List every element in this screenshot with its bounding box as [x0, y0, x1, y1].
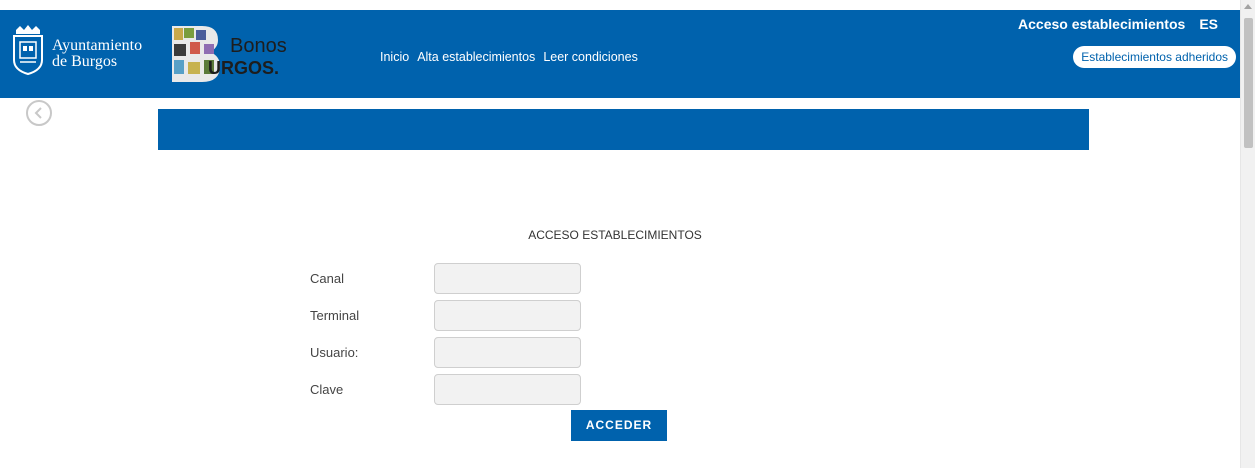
bonos-logo-word2: URGOS.	[208, 58, 279, 78]
language-selector[interactable]: ES	[1199, 16, 1218, 32]
usuario-label: Usuario:	[310, 345, 359, 360]
acceso-establecimientos-link[interactable]: Acceso establecimientos	[1018, 16, 1185, 32]
site-header: Ayuntamiento de Burgos Bonos URGOS. Inic…	[0, 10, 1240, 98]
clave-input[interactable]	[434, 374, 581, 405]
vertical-scrollbar[interactable]	[1240, 0, 1255, 468]
nav-leer-condiciones[interactable]: Leer condiciones	[543, 50, 638, 64]
clave-label: Clave	[310, 382, 344, 397]
main-nav: Inicio Alta establecimientos Leer condic…	[380, 50, 646, 64]
scroll-up-arrow-icon[interactable]	[1244, 4, 1252, 9]
canal-label: Canal	[310, 271, 344, 286]
terminal-label: Terminal	[310, 308, 360, 323]
acceso-header: Acceso establecimientos ES	[1018, 16, 1218, 32]
canal-input[interactable]	[434, 263, 581, 294]
back-button[interactable]	[26, 100, 52, 126]
bonos-burgos-logo[interactable]: Bonos URGOS.	[168, 22, 300, 84]
chevron-left-icon	[34, 107, 42, 119]
form-title: ACCESO ESTABLECIMIENTOS	[528, 228, 702, 242]
bonos-b-icon: Bonos URGOS.	[172, 26, 287, 82]
nav-inicio[interactable]: Inicio	[380, 50, 409, 64]
page-banner	[158, 109, 1089, 150]
establecimientos-adheridos-button[interactable]: Establecimientos adheridos	[1073, 46, 1236, 68]
terminal-input[interactable]	[434, 300, 581, 331]
acceder-button[interactable]: ACCEDER	[571, 410, 667, 441]
city-name-line2: de Burgos	[52, 53, 118, 70]
city-name-line1: Ayuntamiento	[52, 37, 143, 54]
ayuntamiento-logo[interactable]: Ayuntamiento de Burgos	[10, 24, 142, 76]
scrollbar-thumb[interactable]	[1244, 18, 1253, 148]
usuario-input[interactable]	[434, 337, 581, 368]
nav-alta-establecimientos[interactable]: Alta establecimientos	[417, 50, 535, 64]
bonos-logo-word1: Bonos	[230, 35, 287, 57]
coat-of-arms-icon	[13, 25, 43, 76]
